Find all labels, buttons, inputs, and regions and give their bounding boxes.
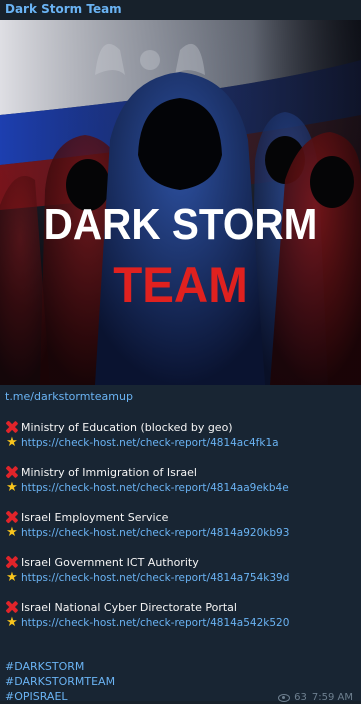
list-item: Ministry of Immigration of Israel ★ http…: [5, 464, 357, 496]
post-meta: 63 7:59 AM: [278, 692, 353, 703]
channel-header: Dark Storm Team: [0, 0, 361, 20]
hashtag[interactable]: #DARKSTORM: [5, 659, 115, 674]
star-icon: ★: [6, 480, 18, 495]
channel-name[interactable]: Dark Storm Team: [5, 2, 122, 16]
cross-mark-icon: [5, 420, 19, 434]
star-icon: ★: [6, 615, 18, 630]
hashtag[interactable]: #OPISRAEL: [5, 689, 115, 704]
list-item: Israel Government ICT Authority ★ https:…: [5, 554, 357, 586]
view-count: 63: [294, 692, 307, 703]
entry-title-row: Ministry of Immigration of Israel: [5, 464, 357, 480]
cross-mark-icon: [5, 555, 19, 569]
entry-link-row: ★ https://check-host.net/check-report/48…: [5, 480, 357, 496]
post-time: 7:59 AM: [311, 692, 353, 703]
entry-link[interactable]: https://check-host.net/check-report/4814…: [21, 572, 289, 584]
hashtag-list: #DARKSTORM #DARKSTORMTEAM #OPISRAEL: [5, 659, 115, 704]
entry-title-row: Israel Employment Service: [5, 509, 357, 525]
entry-title: Israel National Cyber Directorate Portal: [21, 600, 237, 614]
entry-link[interactable]: https://check-host.net/check-report/4814…: [21, 437, 279, 449]
post-image[interactable]: DARK STORM TEAM: [0, 20, 361, 385]
banner-title-line1: DARK STORM: [43, 200, 318, 249]
list-item: Israel Employment Service ★ https://chec…: [5, 509, 357, 541]
entry-title-row: Israel National Cyber Directorate Portal: [5, 599, 357, 615]
entry-title: Israel Employment Service: [21, 510, 169, 524]
source-link[interactable]: t.me/darkstormteamup: [5, 390, 133, 403]
banner-title-line2: TEAM: [113, 257, 248, 313]
cross-mark-icon: [5, 510, 19, 524]
eye-icon: [278, 693, 291, 702]
star-icon: ★: [6, 570, 18, 585]
entry-title-row: Israel Government ICT Authority: [5, 554, 357, 570]
star-icon: ★: [6, 435, 18, 450]
entry-title: Israel Government ICT Authority: [21, 555, 199, 569]
entry-link-row: ★ https://check-host.net/check-report/48…: [5, 615, 357, 631]
cross-mark-icon: [5, 465, 19, 479]
entry-link[interactable]: https://check-host.net/check-report/4814…: [21, 527, 289, 539]
entry-link[interactable]: https://check-host.net/check-report/4814…: [21, 482, 289, 494]
post-body: t.me/darkstormteamup Ministry of Educati…: [0, 385, 361, 704]
entry-title-row: Ministry of Education (blocked by geo): [5, 419, 357, 435]
entry-link-row: ★ https://check-host.net/check-report/48…: [5, 435, 357, 451]
entry-title: Ministry of Immigration of Israel: [21, 465, 197, 479]
star-icon: ★: [6, 525, 18, 540]
list-item: Israel National Cyber Directorate Portal…: [5, 599, 357, 631]
list-item: Ministry of Education (blocked by geo) ★…: [5, 419, 357, 451]
entry-link-row: ★ https://check-host.net/check-report/48…: [5, 525, 357, 541]
hashtag[interactable]: #DARKSTORMTEAM: [5, 674, 115, 689]
entry-link-row: ★ https://check-host.net/check-report/48…: [5, 570, 357, 586]
entry-link[interactable]: https://check-host.net/check-report/4814…: [21, 617, 289, 629]
cross-mark-icon: [5, 600, 19, 614]
entry-title: Ministry of Education (blocked by geo): [21, 420, 233, 434]
